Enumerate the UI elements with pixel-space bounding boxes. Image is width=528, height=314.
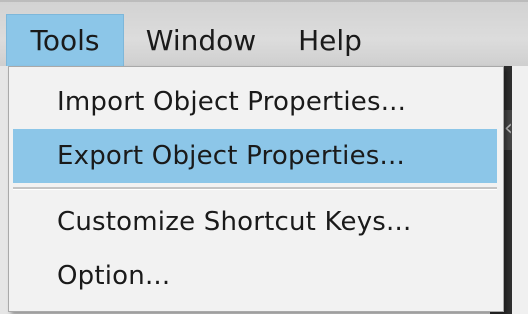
- menu-bar-top-border: [0, 0, 528, 2]
- menu-item-option[interactable]: Option...: [13, 249, 497, 303]
- background-edge: [512, 66, 528, 314]
- menu-separator: [13, 187, 497, 190]
- menu-item-export-object-properties[interactable]: Export Object Properties...: [13, 129, 497, 183]
- tools-dropdown-menu: Import Object Properties... Export Objec…: [8, 66, 504, 312]
- menu-item-import-object-properties[interactable]: Import Object Properties...: [13, 75, 497, 129]
- menu-tools[interactable]: Tools: [6, 14, 124, 66]
- menu-window[interactable]: Window: [136, 14, 266, 66]
- menu-item-customize-shortcut-keys[interactable]: Customize Shortcut Keys...: [13, 195, 497, 249]
- menu-help[interactable]: Help: [290, 14, 370, 66]
- menu-bar: Tools Window Help: [0, 0, 528, 66]
